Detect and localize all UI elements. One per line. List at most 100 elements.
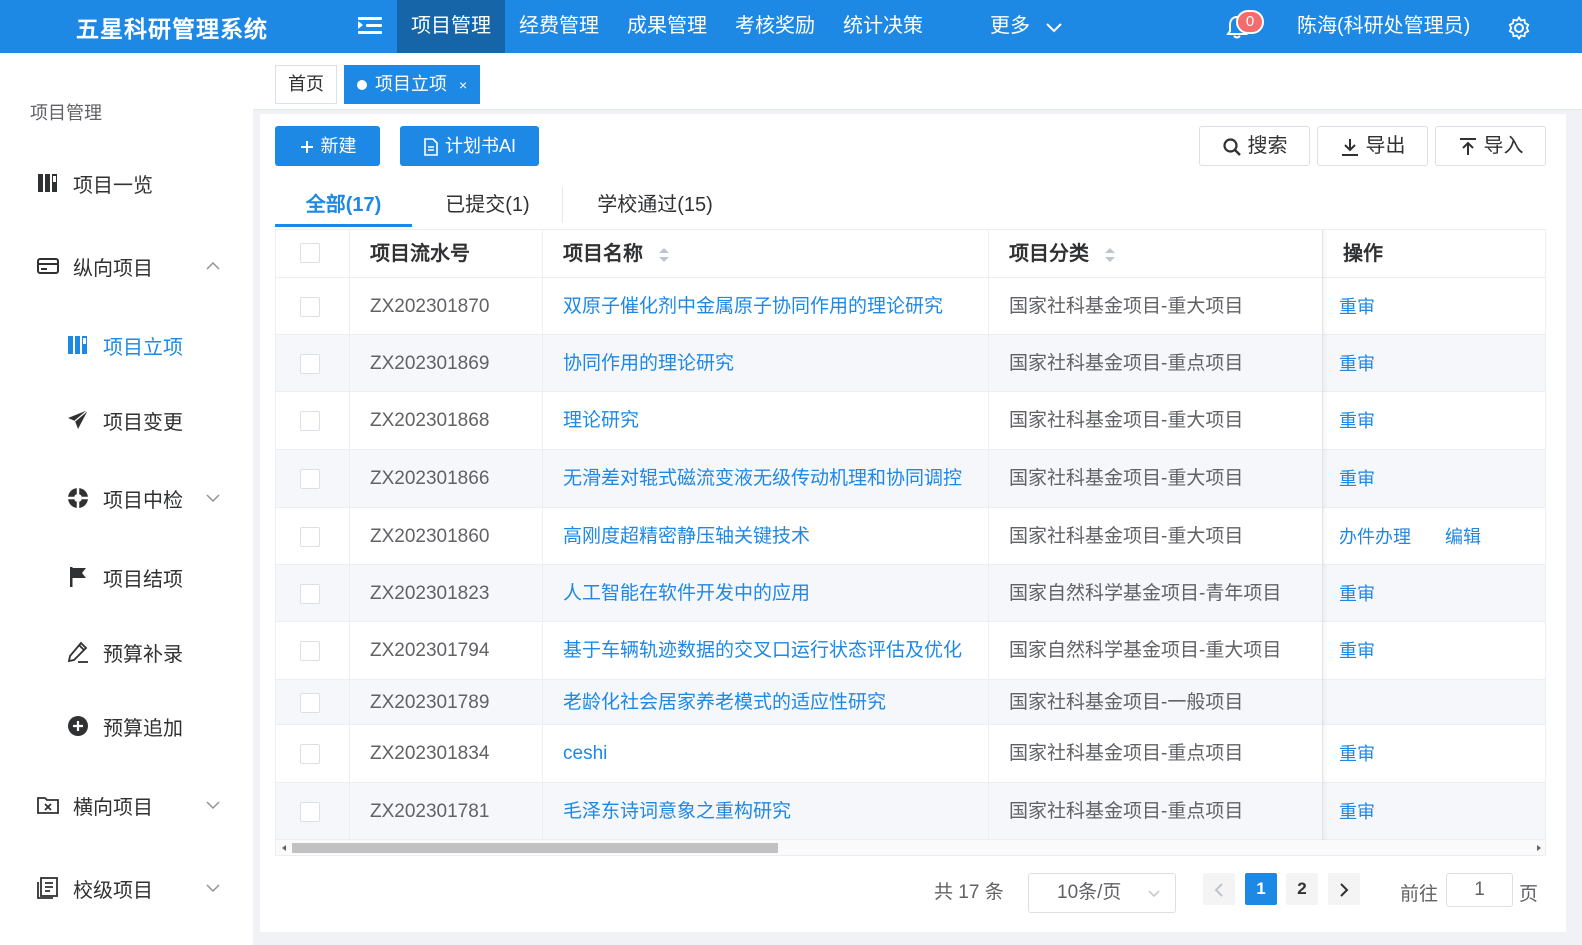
sidebar-item-budget-addition[interactable]: 预算追加 [0, 706, 253, 746]
row-checkbox[interactable] [300, 641, 320, 661]
user-name[interactable]: 陈海(科研处管理员) [1297, 0, 1470, 53]
table-row: ZX202301866 无滑差对辊式磁流变液无级传动机理和协同调控 国家社科基金项目… [276, 450, 1545, 508]
row-action-link[interactable]: 重审 [1339, 409, 1375, 433]
next-page-button[interactable] [1328, 873, 1360, 905]
row-action-link[interactable]: 重审 [1339, 295, 1375, 319]
project-name-link[interactable]: 协同作用的理论研究 [563, 352, 734, 376]
row-checkbox[interactable] [300, 693, 320, 713]
project-serial: ZX202301781 [370, 801, 490, 822]
tab-project-initiation[interactable]: 项目立项 × [344, 65, 481, 104]
chevron-left-icon [1214, 882, 1223, 897]
new-button[interactable]: 新建 [275, 126, 380, 166]
row-action-link[interactable]: 重审 [1339, 582, 1375, 606]
table-row: ZX202301860 高刚度超精密静压轴关键技术 国家社科基金项目-重大项目 办件办… [276, 508, 1545, 565]
project-name-link[interactable]: ceshi [563, 742, 607, 766]
project-serial: ZX202301869 [370, 353, 490, 374]
tab-label: 项目立项 [375, 74, 447, 94]
sort-icon[interactable] [657, 245, 671, 265]
nav-more[interactable]: 更多 [990, 0, 1064, 53]
sidebar: 项目管理 项目一览 纵向项目 项目立项 项目变更 项目中检 项目结项 预算补录 … [0, 53, 253, 945]
sidebar-item-label: 横向项目 [73, 796, 153, 819]
project-name-link[interactable]: 老龄化社会居家养老模式的适应性研究 [563, 691, 886, 715]
prev-page-button[interactable] [1203, 873, 1235, 905]
row-checkbox[interactable] [300, 584, 320, 604]
export-button-label: 导出 [1365, 135, 1406, 157]
table-row: ZX202301794 基于车辆轨迹数据的交叉口运行状态评估及优化 国家自然科学基金… [276, 622, 1545, 680]
row-checkbox[interactable] [300, 297, 320, 317]
nav-project-management[interactable]: 项目管理 [397, 0, 505, 53]
horizontal-scrollbar[interactable] [276, 840, 1545, 856]
sidebar-item-label: 预算补录 [103, 643, 183, 666]
row-checkbox[interactable] [300, 411, 320, 431]
upload-icon [1459, 137, 1476, 155]
table-row: ZX202301868 理论研究 国家社科基金项目-重大项目 重审 [276, 392, 1545, 450]
card-icon [37, 258, 59, 274]
project-name-link[interactable]: 无滑差对辊式磁流变液无级传动机理和协同调控 [563, 467, 962, 491]
row-checkbox[interactable] [300, 744, 320, 764]
search-button[interactable]: 搜索 [1199, 126, 1310, 166]
import-button[interactable]: 导入 [1435, 126, 1546, 166]
tab-submitted[interactable]: 已提交(1) [425, 183, 550, 227]
scroll-left-icon[interactable] [278, 840, 290, 856]
page-tabs-bar: 首页 项目立项 × [253, 53, 1582, 110]
export-button[interactable]: 导出 [1317, 126, 1428, 166]
header-name[interactable]: 项目名称 [563, 230, 671, 278]
project-name-link[interactable]: 理论研究 [563, 409, 639, 433]
row-action-link[interactable]: 重审 [1339, 800, 1375, 824]
import-button-label: 导入 [1483, 135, 1524, 157]
nav-achievement-management[interactable]: 成果管理 [613, 0, 721, 53]
sidebar-item-school-projects[interactable]: 校级项目 [0, 868, 253, 908]
page-size-select[interactable]: 10条/页 [1028, 873, 1176, 913]
fixed-column-shadow [1322, 230, 1328, 840]
document-icon [424, 138, 438, 157]
project-category: 国家社科基金项目-重点项目 [1009, 353, 1244, 374]
row-action-link[interactable]: 重审 [1339, 639, 1375, 663]
page-button-2[interactable]: 2 [1286, 873, 1318, 905]
sort-icon[interactable] [1103, 245, 1117, 265]
sidebar-item-vertical-projects[interactable]: 纵向项目 [0, 246, 253, 286]
sidebar-item-midterm-check[interactable]: 项目中检 [0, 478, 253, 518]
nav-assessment-rewards[interactable]: 考核奖励 [721, 0, 829, 53]
row-checkbox[interactable] [300, 354, 320, 374]
folder-x-icon [37, 797, 59, 814]
project-serial: ZX202301834 [370, 743, 490, 764]
plan-ai-button[interactable]: 计划书AI [400, 126, 539, 166]
project-name-link[interactable]: 双原子催化剂中金属原子协同作用的理论研究 [563, 295, 943, 319]
scroll-right-icon[interactable] [1533, 840, 1545, 856]
gear-icon[interactable] [1507, 16, 1531, 40]
page-button-1[interactable]: 1 [1245, 873, 1277, 905]
project-name-link[interactable]: 高刚度超精密静压轴关键技术 [563, 525, 810, 549]
close-icon[interactable]: × [459, 77, 467, 93]
sidebar-item-project-overview[interactable]: 项目一览 [0, 163, 253, 203]
row-action-link[interactable]: 办件办理 [1339, 525, 1411, 549]
row-action-link[interactable]: 重审 [1339, 352, 1375, 376]
goto-page-input[interactable]: 1 [1446, 873, 1513, 907]
project-name-link[interactable]: 基于车辆轨迹数据的交叉口运行状态评估及优化 [563, 639, 962, 663]
row-checkbox[interactable] [300, 802, 320, 822]
menu-toggle-icon[interactable] [358, 15, 382, 37]
sidebar-item-horizontal-projects[interactable]: 横向项目 [0, 785, 253, 825]
row-action-link[interactable]: 重审 [1339, 742, 1375, 766]
nav-statistics-decision[interactable]: 统计决策 [829, 0, 937, 53]
project-name-link[interactable]: 人工智能在软件开发中的应用 [563, 582, 810, 606]
chevron-down-icon [206, 801, 220, 810]
row-action-link[interactable]: 重审 [1339, 467, 1375, 491]
table-row: ZX202301834 ceshi 国家社科基金项目-重点项目 重审 [276, 725, 1545, 783]
header-category[interactable]: 项目分类 [1009, 230, 1117, 278]
sidebar-item-project-completion[interactable]: 项目结项 [0, 557, 253, 597]
sidebar-item-budget-supplement[interactable]: 预算补录 [0, 632, 253, 672]
page-unit-label: 页 [1519, 884, 1539, 905]
row-edit-link[interactable]: 编辑 [1445, 525, 1481, 549]
sidebar-item-project-change[interactable]: 项目变更 [0, 400, 253, 440]
row-checkbox[interactable] [300, 469, 320, 489]
select-all-checkbox[interactable] [300, 243, 320, 263]
tab-all[interactable]: 全部(17) [275, 183, 412, 227]
nav-funding-management[interactable]: 经费管理 [505, 0, 613, 53]
row-checkbox[interactable] [300, 527, 320, 547]
active-dot-icon [357, 80, 367, 91]
project-name-link[interactable]: 毛泽东诗词意象之重构研究 [563, 800, 791, 824]
scrollbar-thumb[interactable] [292, 843, 778, 853]
tab-school-approved[interactable]: 学校通过(15) [580, 183, 730, 227]
tab-home[interactable]: 首页 [275, 65, 337, 104]
sidebar-item-project-initiation[interactable]: 项目立项 [0, 325, 253, 365]
